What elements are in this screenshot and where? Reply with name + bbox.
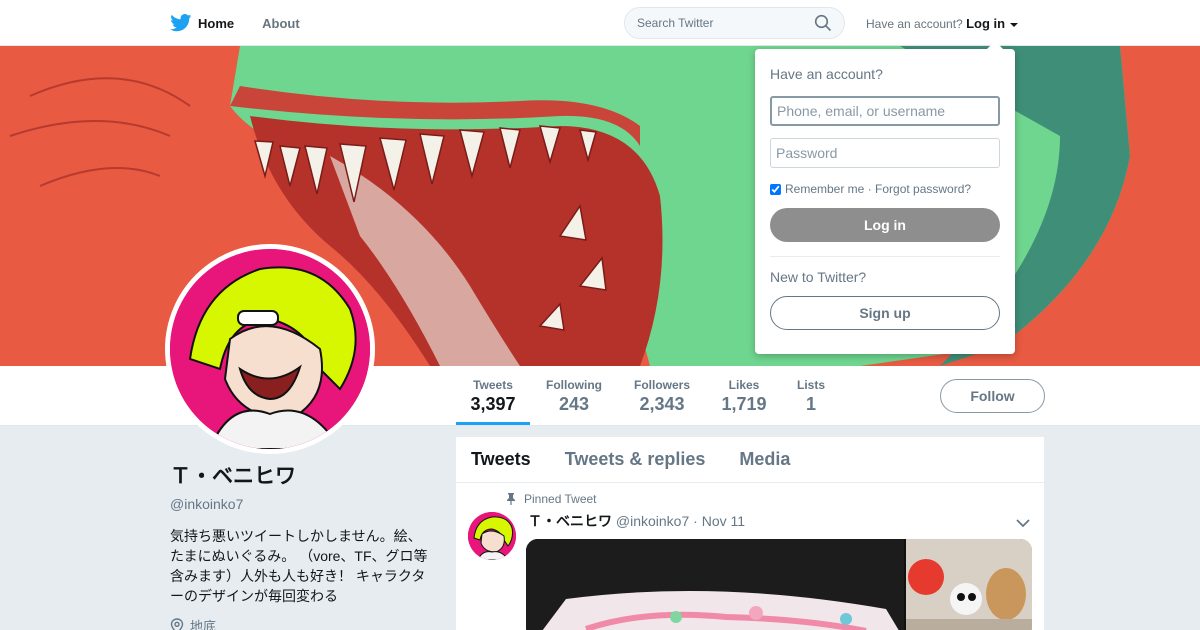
signin-link[interactable]: Have an account? Log in [866, 16, 1019, 31]
login-link[interactable]: Log in [966, 16, 1005, 31]
twitter-bird-icon [170, 14, 192, 32]
stat-tweets[interactable]: Tweets 3,397 [456, 378, 530, 425]
username-input[interactable] [770, 96, 1000, 126]
stat-followers-value: 2,343 [639, 394, 685, 414]
pin-icon [507, 493, 515, 505]
nav-home-label: Home [198, 15, 235, 31]
tweet-avatar-artwork [468, 512, 516, 560]
dropdown-divider [770, 256, 1000, 257]
tweet-media-image-1[interactable] [526, 539, 904, 630]
stat-likes-value: 1,719 [721, 394, 767, 414]
profile-avatar[interactable] [165, 244, 375, 454]
nav-about-label: About [262, 15, 300, 31]
remember-me-checkbox[interactable] [770, 183, 781, 195]
profile-handle[interactable]: @inkoinko7 [170, 496, 440, 512]
timeline-tabs: Tweets Tweets & replies Media [456, 437, 1044, 483]
tweet-author-name[interactable]: Ｔ・ベニヒワ [528, 513, 612, 529]
profile-card: Ｔ・ベニヒワ @inkoinko7 気持ち悪いツイートしかしません。絵、たまにぬ… [170, 460, 440, 630]
search-placeholder: Search Twitter [637, 16, 714, 30]
stat-tweets-label: Tweets [473, 378, 513, 392]
stat-following[interactable]: Following 243 [540, 378, 608, 415]
stat-tweets-value: 3,397 [470, 394, 516, 414]
tweet-menu-chevron-icon[interactable] [1016, 515, 1030, 533]
search-input[interactable]: Search Twitter [624, 7, 845, 39]
pinned-text: Pinned Tweet [524, 492, 597, 506]
media-image-1-artwork [526, 539, 904, 630]
remember-me-row: Remember me · Forgot password? [770, 182, 1000, 196]
nav-home[interactable]: Home [170, 14, 234, 32]
tweet-media-image-2[interactable] [906, 539, 1032, 630]
tab-tweets-replies[interactable]: Tweets & replies [565, 449, 706, 470]
tweet-media[interactable] [526, 539, 1032, 630]
stat-likes-label: Likes [728, 378, 760, 392]
top-nav: Home About Search Twitter Have an accoun… [0, 0, 1200, 46]
location-pin-icon [170, 617, 184, 630]
stat-likes[interactable]: Likes 1,719 [716, 378, 772, 415]
tweet-author-handle[interactable]: @inkoinko7 [616, 513, 689, 529]
login-button[interactable]: Log in [770, 208, 1000, 242]
stat-lists-value: 1 [805, 394, 816, 414]
tweet-date[interactable]: · Nov 11 [693, 513, 745, 529]
search-icon [814, 14, 832, 32]
stat-followers[interactable]: Followers 2,343 [630, 378, 694, 415]
new-to-twitter-text: New to Twitter? [770, 269, 867, 285]
stat-followers-label: Followers [633, 378, 690, 392]
avatar-image [170, 249, 370, 449]
tab-tweets[interactable]: Tweets [471, 449, 531, 470]
stat-lists[interactable]: Lists 1 [792, 378, 830, 415]
tweet-avatar[interactable] [468, 512, 516, 560]
location-text: 地底 [190, 619, 217, 630]
password-input[interactable] [770, 138, 1000, 168]
login-dropdown-title: Have an account? [770, 66, 883, 82]
profile-location: 地底 [170, 616, 440, 630]
login-dropdown: Have an account? Remember me · Forgot pa… [755, 41, 1015, 354]
caret-down-icon [1010, 22, 1019, 27]
timeline: Tweets Tweets & replies Media Pinned Twe… [456, 437, 1044, 630]
stat-following-label: Following [546, 378, 602, 392]
profile-name[interactable]: Ｔ・ベニヒワ [170, 460, 440, 490]
tweet-header: Ｔ・ベニヒワ @inkoinko7 · Nov 11 [528, 511, 745, 531]
signup-button[interactable]: Sign up [770, 296, 1000, 330]
remember-me-text[interactable]: Remember me · Forgot password? [785, 182, 971, 196]
profile-bio: 気持ち悪いツイートしかしません。絵、たまにぬいぐるみ。 （vore、TF、グロ等… [170, 528, 428, 604]
stat-lists-label: Lists [796, 378, 825, 392]
follow-button[interactable]: Follow [940, 379, 1045, 413]
nav-about[interactable]: About [262, 16, 300, 31]
tab-media[interactable]: Media [739, 449, 790, 470]
avatar-artwork [170, 249, 370, 449]
have-account-text: Have an account? [866, 17, 963, 31]
stat-following-value: 243 [558, 394, 590, 414]
pinned-label: Pinned Tweet [506, 492, 597, 506]
media-image-2-artwork [906, 539, 1032, 630]
nav-links: Home About [170, 0, 300, 46]
